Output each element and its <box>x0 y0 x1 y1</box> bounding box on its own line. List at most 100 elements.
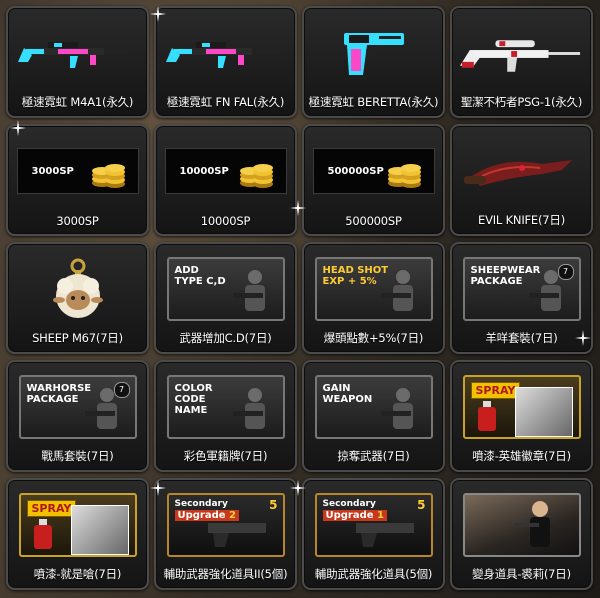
item-image: Secondary Upgrade 1 5 <box>312 488 435 562</box>
item-label: 噴漆-英雄徽章(7日) <box>472 449 571 463</box>
gold-coins-icon <box>239 164 273 188</box>
upgrade-banner: Secondary Upgrade 2 5 <box>166 493 285 557</box>
item-image: HEAD SHOT EXP + 5% <box>312 252 435 326</box>
sniper-rifle-icon <box>460 40 581 72</box>
item-label: 聖潔不朽者PSG-1(永久) <box>460 95 583 109</box>
item-card[interactable]: ADD TYPE C,D 武器增加C.D(7日) <box>154 242 297 354</box>
item-image: Secondary Upgrade 2 5 <box>164 488 287 562</box>
gold-coins-icon <box>91 164 125 188</box>
item-card[interactable]: SPRAY 噴漆-英雄徽章(7日) <box>450 360 593 472</box>
item-image: 3000SP <box>16 134 139 208</box>
item-image <box>460 488 583 562</box>
promo-text-line: WARHORSE <box>26 383 92 394</box>
item-card[interactable]: 極速霓虹 FN FAL(永久) <box>154 6 297 118</box>
item-card[interactable]: 500000SP 500000SP <box>302 124 445 236</box>
promo-banner: GAIN WEAPON <box>314 375 433 439</box>
item-card[interactable]: COLOR CODE NAME 彩色軍籍牌(7日) <box>154 360 297 472</box>
item-image <box>460 134 583 208</box>
item-image: 10000SP <box>164 134 287 208</box>
item-card[interactable]: 變身道具-裘莉(7日) <box>450 478 593 590</box>
upgrade-title: Secondary <box>174 499 228 509</box>
item-label: 戰馬套裝(7日) <box>41 449 114 463</box>
rifle-icon <box>165 42 280 70</box>
item-image <box>16 252 139 326</box>
item-image: 500000SP <box>312 134 435 208</box>
gold-coins-icon <box>387 164 421 188</box>
pistol-icon <box>355 523 414 547</box>
sp-amount: 10000SP <box>179 165 229 177</box>
promo-text-line: TYPE C,D <box>174 276 226 287</box>
item-label: 10000SP <box>200 214 251 228</box>
item-card[interactable]: 極速霓虹 M4A1(永久) <box>6 6 149 118</box>
promo-text-line: GAIN <box>322 383 351 394</box>
pistol-icon <box>207 523 266 547</box>
item-image: SPRAY <box>460 370 583 444</box>
item-card[interactable]: 聖潔不朽者PSG-1(永久) <box>450 6 593 118</box>
soldier-silhouette-icon <box>232 388 265 429</box>
item-image <box>312 16 435 90</box>
soldier-silhouette-icon <box>380 270 413 311</box>
rifle-icon <box>17 42 132 70</box>
item-label: 掠奪武器(7日) <box>337 449 410 463</box>
spray-can-icon <box>33 519 52 549</box>
item-card[interactable]: 3000SP 3000SP <box>6 124 149 236</box>
item-image: GAIN WEAPON <box>312 370 435 444</box>
promo-banner: WARHORSE PACKAGE 7 <box>18 375 137 439</box>
item-image: ADD TYPE C,D <box>164 252 287 326</box>
item-label: 輔助武器強化道具II(5個) <box>163 567 288 581</box>
item-image: WARHORSE PACKAGE 7 <box>16 370 139 444</box>
item-label: SHEEP M67(7日) <box>32 331 123 345</box>
sp-amount: 3000SP <box>31 165 74 177</box>
promo-banner: COLOR CODE NAME <box>166 375 285 439</box>
quantity-badge: 5 <box>269 498 278 512</box>
promo-text-line: WEAPON <box>322 394 373 405</box>
character-figure-icon <box>514 501 550 547</box>
spray-image <box>70 505 129 555</box>
item-label: 輔助武器強化道具(5個) <box>314 567 433 581</box>
item-card[interactable]: 極速霓虹 BERETTA(永久) <box>302 6 445 118</box>
item-card[interactable]: EVIL KNIFE(7日) <box>450 124 593 236</box>
item-card[interactable]: Secondary Upgrade 1 5 輔助武器強化道具(5個) <box>302 478 445 590</box>
sp-panel: 3000SP <box>16 148 139 194</box>
knife-icon <box>463 160 572 186</box>
item-label: EVIL KNIFE(7日) <box>478 213 565 227</box>
item-card[interactable]: SHEEP M67(7日) <box>6 242 149 354</box>
spray-banner: SPRAY <box>462 375 581 439</box>
spray-tag: SPRAY <box>26 500 77 517</box>
promo-text-line: NAME <box>174 405 208 416</box>
item-card[interactable]: HEAD SHOT EXP + 5% 爆頭點數+5%(7日) <box>302 242 445 354</box>
promo-banner: HEAD SHOT EXP + 5% <box>314 257 433 321</box>
item-card[interactable]: SPRAY 噴漆-就是嗆(7日) <box>6 478 149 590</box>
item-card[interactable]: Secondary Upgrade 2 5 輔助武器強化道具II(5個) <box>154 478 297 590</box>
item-image: SPRAY <box>16 488 139 562</box>
item-label: 彩色軍籍牌(7日) <box>183 449 268 463</box>
item-label: 3000SP <box>56 214 99 228</box>
item-image <box>460 16 583 90</box>
item-label: 噴漆-就是嗆(7日) <box>33 567 122 581</box>
item-label: 極速霓虹 FN FAL(永久) <box>166 95 285 109</box>
sp-panel: 10000SP <box>164 148 287 194</box>
item-card[interactable]: WARHORSE PACKAGE 7 戰馬套裝(7日) <box>6 360 149 472</box>
item-image: COLOR CODE NAME <box>164 370 287 444</box>
promo-banner: SHEEPWEAR PACKAGE 7 <box>462 257 581 321</box>
promo-text-line: CODE <box>174 394 206 405</box>
item-label: 極速霓虹 BERETTA(永久) <box>308 95 439 109</box>
quantity-badge: 5 <box>417 498 426 512</box>
spray-image <box>514 387 573 437</box>
item-card[interactable]: GAIN WEAPON 掠奪武器(7日) <box>302 360 445 472</box>
item-label: 爆頭點數+5%(7日) <box>323 331 424 345</box>
item-label: 羊咩套裝(7日) <box>485 331 558 345</box>
soldier-silhouette-icon <box>232 270 265 311</box>
item-card[interactable]: SHEEPWEAR PACKAGE 7 羊咩套裝(7日) <box>450 242 593 354</box>
item-image <box>16 16 139 90</box>
promo-banner: ADD TYPE C,D <box>166 257 285 321</box>
promo-text-line: ADD <box>174 265 199 276</box>
sp-amount: 500000SP <box>327 165 384 177</box>
promo-text-line: PACKAGE <box>26 394 79 405</box>
item-card[interactable]: 10000SP 10000SP <box>154 124 297 236</box>
item-image <box>164 16 287 90</box>
spray-can-icon <box>477 401 496 431</box>
soldier-silhouette-icon <box>380 388 413 429</box>
pistol-icon <box>343 33 404 75</box>
item-label: 500000SP <box>345 214 402 228</box>
